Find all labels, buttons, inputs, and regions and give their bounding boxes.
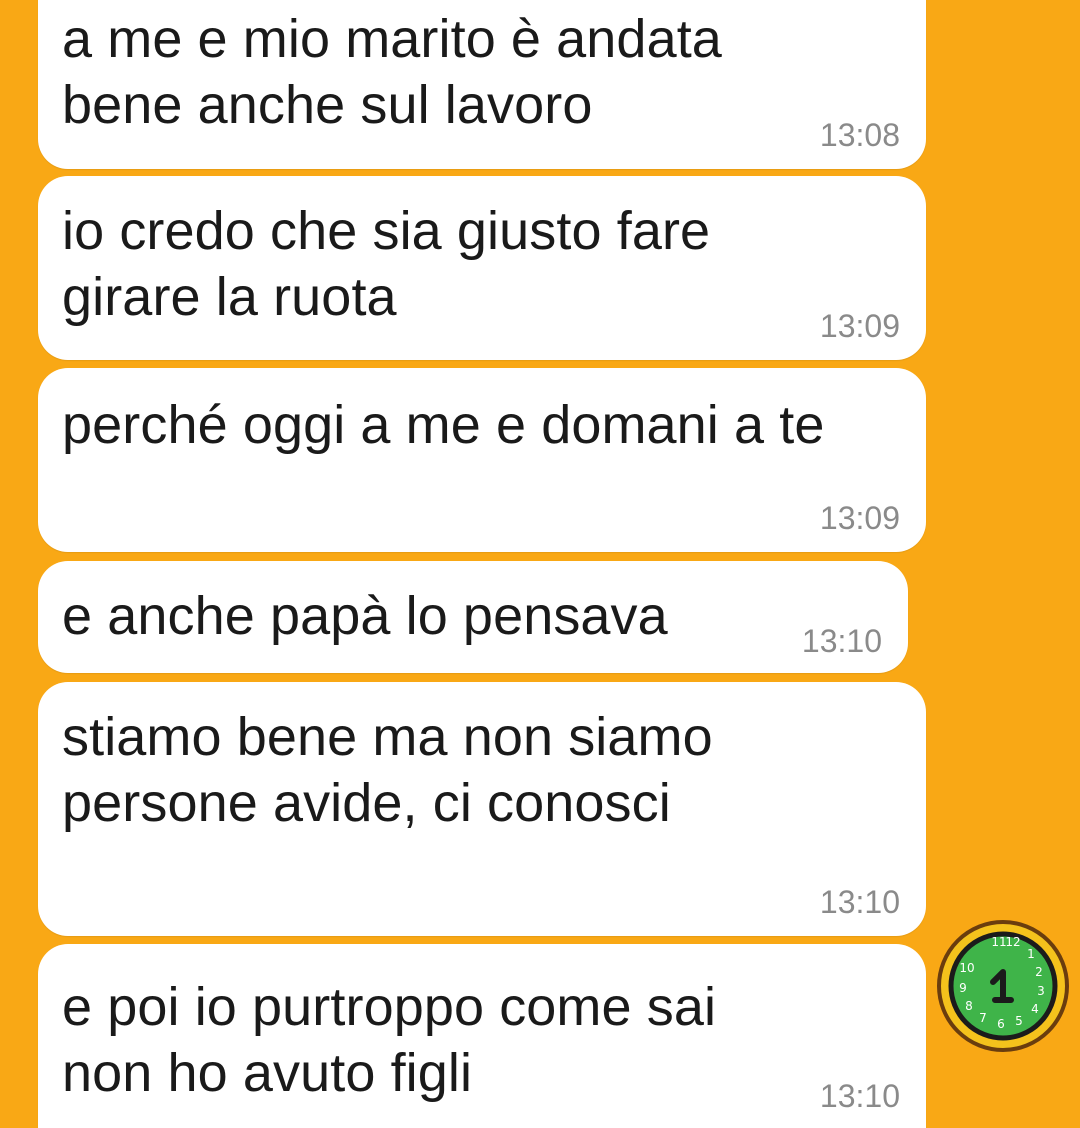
svg-text:3: 3 [1037, 984, 1045, 998]
message-bubble[interactable]: e anche papà lo pensava 13:10 [38, 561, 908, 673]
message-bubble[interactable]: io credo che sia giusto fare girare la r… [38, 176, 926, 360]
svg-text:6: 6 [997, 1017, 1005, 1031]
svg-text:5: 5 [1015, 1014, 1023, 1028]
message-text: perché oggi a me e domani a te [62, 395, 825, 455]
message-timestamp: 13:10 [819, 884, 900, 920]
message-timestamp: 13:10 [819, 1078, 900, 1114]
message-timestamp: 13:09 [819, 500, 900, 536]
message-text: stiamo bene ma non siamo persone avide, … [62, 707, 713, 833]
message-text: e anche papà lo pensava [62, 586, 668, 646]
message-timestamp: 13:09 [819, 308, 900, 344]
message-text: e poi io purtroppo come sai non ho avuto… [62, 977, 717, 1103]
message-bubble[interactable]: perché oggi a me e domani a te 13:09 [38, 368, 926, 552]
clock-icon[interactable]: 11 12 1 2 3 4 5 6 7 8 9 10 [935, 918, 1071, 1054]
svg-text:8: 8 [965, 999, 973, 1013]
clock-sticker-graphic: 11 12 1 2 3 4 5 6 7 8 9 10 [937, 920, 1069, 1052]
message-timestamp: 13:08 [819, 117, 900, 153]
message-text: io credo che sia giusto fare girare la r… [62, 201, 711, 327]
message-bubble[interactable]: e poi io purtroppo come sai non ho avuto… [38, 944, 926, 1128]
svg-text:1: 1 [1027, 947, 1035, 961]
message-bubble[interactable]: a me e mio marito è andata bene anche su… [38, 0, 926, 169]
message-bubble[interactable]: stiamo bene ma non siamo persone avide, … [38, 682, 926, 936]
chat-screen: { "theme": { "background": "#f9a815", "b… [0, 0, 1080, 1128]
message-timestamp: 13:10 [801, 623, 882, 659]
svg-text:9: 9 [959, 981, 967, 995]
svg-text:12: 12 [1005, 935, 1020, 949]
svg-text:10: 10 [959, 961, 974, 975]
svg-text:2: 2 [1035, 965, 1043, 979]
message-text: a me e mio marito è andata bene anche su… [62, 9, 722, 135]
svg-text:4: 4 [1031, 1002, 1039, 1016]
svg-text:11: 11 [991, 935, 1006, 949]
svg-text:7: 7 [979, 1011, 987, 1025]
